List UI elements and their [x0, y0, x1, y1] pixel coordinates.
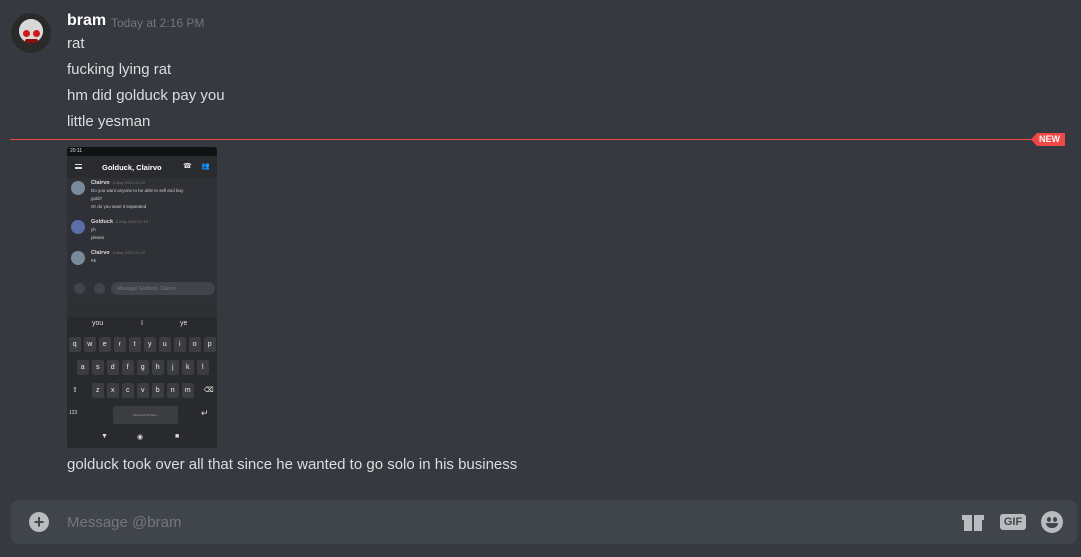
message-composer: + GIF	[11, 500, 1077, 544]
phone-chat-title: Golduck, Clairvo	[102, 163, 162, 172]
message-line: fucking lying rat	[67, 61, 172, 78]
phone-icon: ☎	[183, 163, 192, 170]
phone-message-author: Golduck	[91, 219, 114, 225]
keyboard-key: s	[92, 360, 104, 375]
phone-message-author: Clairvo	[91, 250, 110, 256]
keyboard-key: e	[99, 337, 111, 352]
keyboard-key: d	[107, 360, 119, 375]
keyboard-key: z	[92, 383, 104, 398]
phone-composer: Message Golduck, Clairvo	[67, 278, 217, 300]
phone-message-line: gold?	[91, 196, 103, 201]
avatar	[71, 251, 85, 265]
keyboard-key: m	[182, 383, 194, 398]
keyboard-key: h	[152, 360, 164, 375]
space-key: Microsoft SwiftKey	[113, 406, 178, 424]
phone-chat-header: Golduck, Clairvo ☎ 👥	[67, 156, 217, 178]
keyboard-key: p	[204, 337, 216, 352]
keyboard-suggestion: you	[92, 320, 104, 327]
keyboard-key: c	[122, 383, 134, 398]
keyboard-suggestion: I	[141, 320, 143, 327]
keyboard-key: i	[174, 337, 186, 352]
keyboard-key: v	[137, 383, 149, 398]
home-icon: ◉	[137, 434, 144, 441]
shift-icon: ⇧	[71, 387, 78, 394]
avatar	[71, 220, 85, 234]
gif-label: GIF	[1000, 514, 1026, 530]
new-badge: NEW	[1031, 133, 1065, 146]
phone-status-bar: 20:11	[67, 147, 217, 156]
username[interactable]: bram	[67, 12, 106, 30]
keyboard-key: o	[189, 337, 201, 352]
user-avatar[interactable]	[11, 13, 51, 53]
phone-message-time: 6 May 2020 01:19	[112, 180, 145, 185]
menu-icon	[75, 164, 82, 169]
keyboard-key: k	[182, 360, 194, 375]
keyboard-key: a	[77, 360, 89, 375]
keyboard-key: r	[114, 337, 126, 352]
image-attachment[interactable]: 20:11 Golduck, Clairvo ☎ 👥 Clairvo 6 May …	[67, 147, 217, 448]
message-line: golduck took over all that since he want…	[67, 456, 518, 473]
phone-message-line: yh	[91, 227, 96, 232]
keyboard-key: x	[107, 383, 119, 398]
members-icon: 👥	[201, 163, 210, 170]
message-line: rat	[67, 35, 85, 52]
message-timestamp: Today at 2:16 PM	[111, 16, 205, 30]
keyboard-key: f	[122, 360, 134, 375]
phone-message-time: 6 May 2020 01:19	[116, 219, 149, 224]
phone-message-time: 6 May 2020 01:19	[112, 250, 145, 255]
keyboard-key: q	[69, 337, 81, 352]
phone-message-input: Message Golduck, Clairvo	[111, 282, 215, 295]
phone-nav-bar: ▼ ◉ ■	[67, 429, 217, 448]
phone-keyboard: you I ye q w e r t y u i o p a s d f g h…	[67, 300, 217, 448]
gallery-icon	[94, 283, 105, 294]
keyboard-key: b	[152, 383, 164, 398]
message-line: hm did golduck pay you	[67, 87, 225, 104]
phone-message-line: please	[91, 235, 105, 240]
message-line: little yesman	[67, 113, 151, 130]
emoji-icon[interactable]	[1040, 510, 1064, 534]
enter-icon: ↵	[201, 408, 209, 418]
phone-message-line: Do you want anyone to be able to sell an…	[91, 188, 184, 193]
avatar	[71, 181, 85, 195]
message-input[interactable]	[67, 510, 927, 534]
new-messages-divider	[10, 139, 1062, 140]
backspace-icon: ⌫	[203, 387, 214, 394]
keyboard-key: n	[167, 383, 179, 398]
number-key: 123	[69, 410, 78, 416]
keyboard-key: g	[137, 360, 149, 375]
keyboard-key: u	[159, 337, 171, 352]
keyboard-key: t	[129, 337, 141, 352]
phone-message-line: Or do you want it separated	[91, 204, 147, 209]
keyboard-key: j	[167, 360, 179, 375]
keyboard-key: w	[84, 337, 96, 352]
gif-icon[interactable]: GIF	[1000, 510, 1026, 534]
camera-icon	[74, 283, 85, 294]
gift-icon[interactable]	[961, 510, 985, 534]
keyboard-key: y	[144, 337, 156, 352]
phone-message-list: Clairvo 6 May 2020 01:19 Do you want anyo…	[67, 178, 217, 278]
back-icon: ▼	[101, 433, 108, 440]
recents-icon: ■	[175, 433, 180, 440]
keyboard-toolbar	[67, 300, 217, 317]
keyboard-suggestion: ye	[180, 320, 188, 327]
phone-message-line: Kk	[91, 258, 97, 263]
add-icon[interactable]: +	[29, 512, 49, 532]
phone-message-author: Clairvo	[91, 180, 110, 186]
keyboard-key: l	[197, 360, 209, 375]
